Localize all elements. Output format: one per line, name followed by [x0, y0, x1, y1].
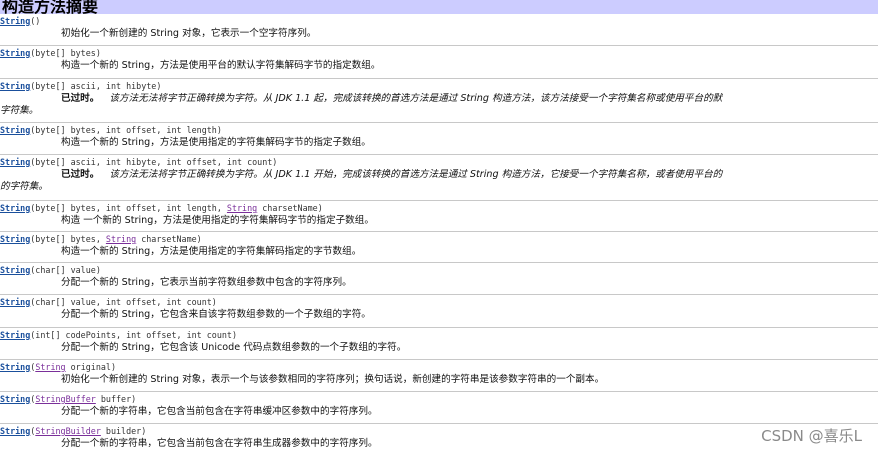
constructor-params: (byte[] bytes): [30, 48, 101, 58]
constructor-signature: String(char[] value, int offset, int cou…: [0, 297, 217, 308]
table-row: String(String original) 初始化一个新创建的 String…: [0, 360, 878, 392]
constructor-params: (): [30, 16, 41, 26]
constructor-params: (byte[] bytes, int offset, int length): [30, 125, 222, 135]
constructor-link[interactable]: String: [0, 330, 30, 340]
constructor-signature: String(StringBuffer buffer): [0, 394, 136, 405]
section-header: 构造方法摘要: [0, 0, 878, 14]
table-row: String(byte[] bytes, String charsetName)…: [0, 232, 878, 263]
constructor-params: (int[] codePoints, int offset, int count…: [30, 330, 237, 340]
constructor-params: (byte[] ascii, int hibyte, int offset, i…: [30, 157, 278, 167]
type-link-stringbuilder[interactable]: StringBuilder: [35, 426, 101, 436]
table-row: String(char[] value) 分配一个新的 String，它表示当前…: [0, 263, 878, 295]
constructor-link[interactable]: String: [0, 48, 30, 58]
constructor-description: 分配一个新的字符串，它包含当前包含在字符串生成器参数中的字符序列。: [61, 438, 378, 449]
type-link-stringbuffer[interactable]: StringBuffer: [35, 394, 96, 404]
constructor-link[interactable]: String: [0, 203, 30, 213]
table-row: String(byte[] ascii, int hibyte) 已过时。 该方法…: [0, 79, 878, 123]
constructor-description: 构造一个新的 String，方法是使用指定的字符集解码字节的指定子数组。: [61, 137, 371, 148]
constructor-params-start: (byte[] bytes, int offset, int length,: [30, 203, 227, 213]
table-row: String(byte[] bytes) 构造一个新的 String，方法是使用…: [0, 46, 878, 79]
constructor-signature: String(int[] codePoints, int offset, int…: [0, 330, 237, 341]
constructor-params: (byte[] ascii, int hibyte): [30, 81, 162, 91]
constructor-signature: String(StringBuilder builder): [0, 426, 146, 437]
constructor-signature: String(byte[] ascii, int hibyte, int off…: [0, 157, 277, 168]
constructor-signature: String(String original): [0, 362, 116, 373]
constructor-link[interactable]: String: [0, 394, 30, 404]
constructor-signature: String(char[] value): [0, 265, 101, 276]
section-title: 构造方法摘要: [2, 0, 99, 14]
constructor-signature: String(byte[] bytes, String charsetName): [0, 234, 202, 245]
table-row: String(StringBuilder builder) 分配一个新的字符串，…: [0, 424, 878, 454]
constructor-params-end: charsetName): [257, 203, 323, 213]
constructor-description: 分配一个新的 String，它表示当前字符数组参数中包含的字符序列。: [61, 277, 352, 288]
constructor-signature: String(byte[] bytes, int offset, int len…: [0, 125, 222, 136]
constructor-params-start: (byte[] bytes,: [30, 234, 106, 244]
constructor-link[interactable]: String: [0, 362, 30, 372]
constructor-params-end: buffer): [95, 394, 137, 404]
constructor-description: 初始化一个新创建的 String 对象，它表示一个空字符序列。: [61, 28, 317, 39]
constructor-description: 构造 一个新的 String，方法是使用指定的字符集解码字节的指定子数组。: [61, 215, 374, 226]
deprecated-label: 已过时。: [61, 169, 100, 180]
constructor-link[interactable]: String: [0, 81, 30, 91]
constructor-signature: String(byte[] ascii, int hibyte): [0, 81, 161, 92]
constructor-link[interactable]: String: [0, 125, 30, 135]
table-row: String(StringBuffer buffer) 分配一个新的字符串，它包…: [0, 392, 878, 424]
constructor-description: 分配一个新的 String，它包含来自该字符数组参数的一个子数组的字符。: [61, 309, 371, 320]
constructor-description: 已过时。 该方法无法将字节正确转换为字符。从 JDK 1.1 起，完成该转换的首选…: [61, 93, 878, 105]
constructor-params-end: original): [65, 362, 116, 372]
table-row: String(int[] codePoints, int offset, int…: [0, 328, 878, 360]
constructor-params: (char[] value): [30, 265, 101, 275]
constructor-params-end: charsetName): [136, 234, 202, 244]
constructor-signature: String(byte[] bytes, int offset, int len…: [0, 203, 323, 214]
deprecated-text-continuation: 字符集。: [0, 105, 39, 116]
type-link-string[interactable]: String: [106, 234, 136, 244]
constructor-params: (char[] value, int offset, int count): [30, 297, 217, 307]
constructor-signature: String(byte[] bytes): [0, 48, 101, 59]
constructor-description: 初始化一个新创建的 String 对象，表示一个与该参数相同的字符序列；换句话说…: [61, 374, 605, 385]
table-row: String(byte[] bytes, int offset, int len…: [0, 201, 878, 232]
deprecated-text-continuation: 的字符集。: [0, 181, 48, 192]
constructor-description: 构造一个新的 String，方法是使用指定的字符集解码指定的字节数组。: [61, 246, 362, 257]
constructor-link[interactable]: String: [0, 234, 30, 244]
constructor-link[interactable]: String: [0, 297, 30, 307]
deprecated-label: 已过时。: [61, 93, 100, 104]
constructor-params-end: builder): [100, 426, 147, 436]
table-row: String(byte[] ascii, int hibyte, int off…: [0, 155, 878, 201]
constructor-description: 构造一个新的 String，方法是使用平台的默认字符集解码字节的指定数组。: [61, 60, 381, 71]
constructor-description: 已过时。 该方法无法将字节正确转换为字符。从 JDK 1.1 开始，完成该转换的首…: [61, 169, 878, 181]
constructor-link[interactable]: String: [0, 16, 30, 26]
constructor-link[interactable]: String: [0, 265, 30, 275]
deprecated-text: 该方法无法将字节正确转换为字符。从 JDK 1.1 起，完成该转换的首选方法是通…: [109, 93, 723, 104]
table-row: String() 初始化一个新创建的 String 对象，它表示一个空字符序列。: [0, 14, 878, 46]
constructor-link[interactable]: String: [0, 157, 30, 167]
constructor-summary-table: String() 初始化一个新创建的 String 对象，它表示一个空字符序列。…: [0, 14, 878, 454]
deprecated-text: 该方法无法将字节正确转换为字符。从 JDK 1.1 开始，完成该转换的首选方法是…: [109, 169, 723, 180]
type-link-string[interactable]: String: [227, 203, 257, 213]
table-row: String(char[] value, int offset, int cou…: [0, 295, 878, 328]
constructor-description: 分配一个新的 String，它包含该 Unicode 代码点数组参数的一个子数组…: [61, 342, 407, 353]
constructor-signature: String(): [0, 16, 40, 27]
table-row: String(byte[] bytes, int offset, int len…: [0, 123, 878, 155]
type-link-string[interactable]: String: [35, 362, 65, 372]
constructor-link[interactable]: String: [0, 426, 30, 436]
constructor-description: 分配一个新的字符串，它包含当前包含在字符串缓冲区参数中的字符序列。: [61, 406, 378, 417]
watermark: CSDN @喜乐L: [761, 427, 862, 445]
